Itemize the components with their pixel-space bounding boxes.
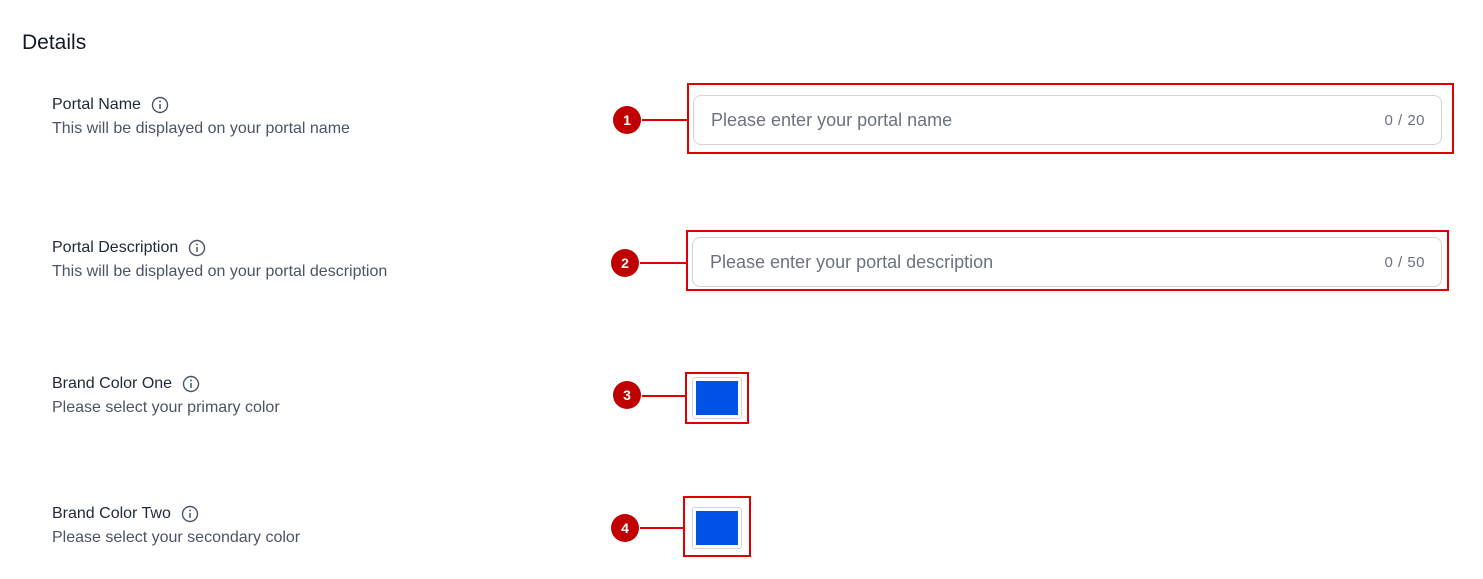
annotation-marker-1: 1: [613, 106, 641, 134]
portal-description-input[interactable]: [710, 251, 1385, 273]
portal-name-input[interactable]: [711, 109, 1385, 131]
brand-color-two-picker[interactable]: [692, 507, 742, 549]
info-icon[interactable]: [182, 375, 200, 393]
brand-color-one-label-group: Brand Color One Please select your prima…: [52, 373, 280, 417]
brand-color-one-picker[interactable]: [692, 377, 742, 419]
portal-description-description: This will be displayed on your portal de…: [52, 263, 388, 280]
info-icon[interactable]: [151, 96, 169, 114]
brand-color-one-swatch[interactable]: [696, 381, 738, 415]
portal-description-char-counter: 0 / 50: [1384, 253, 1425, 271]
brand-color-two-description: Please select your secondary color: [52, 529, 301, 546]
annotation-marker-4: 4: [611, 514, 639, 542]
annotation-marker-3: 3: [613, 381, 641, 409]
portal-name-description: This will be displayed on your portal na…: [52, 120, 350, 137]
brand-color-two-swatch[interactable]: [696, 511, 738, 545]
info-icon[interactable]: [181, 505, 199, 523]
annotation-marker-2: 2: [611, 249, 639, 277]
portal-name-char-counter: 0 / 20: [1384, 111, 1425, 129]
section-title: Details: [22, 31, 87, 54]
portal-description-field[interactable]: 0 / 50: [692, 237, 1442, 287]
brand-color-two-label-group: Brand Color Two Please select your secon…: [52, 503, 300, 547]
annotation-connector-2: [638, 262, 687, 264]
portal-name-field[interactable]: 0 / 20: [693, 95, 1442, 145]
annotation-connector-4: [638, 527, 684, 529]
portal-name-label-group: Portal Name This will be displayed on yo…: [52, 94, 350, 138]
brand-color-one-label: Brand Color One: [52, 375, 173, 392]
annotation-connector-3: [640, 395, 686, 397]
brand-color-two-label: Brand Color Two: [52, 505, 171, 522]
portal-name-label: Portal Name: [52, 96, 141, 113]
info-icon[interactable]: [188, 239, 206, 257]
portal-description-label: Portal Description: [52, 239, 179, 256]
portal-description-label-group: Portal Description This will be displaye…: [52, 237, 387, 281]
brand-color-one-description: Please select your primary color: [52, 399, 280, 416]
details-page: Details Portal Name This will be display…: [0, 0, 1483, 579]
annotation-connector-1: [640, 119, 688, 121]
